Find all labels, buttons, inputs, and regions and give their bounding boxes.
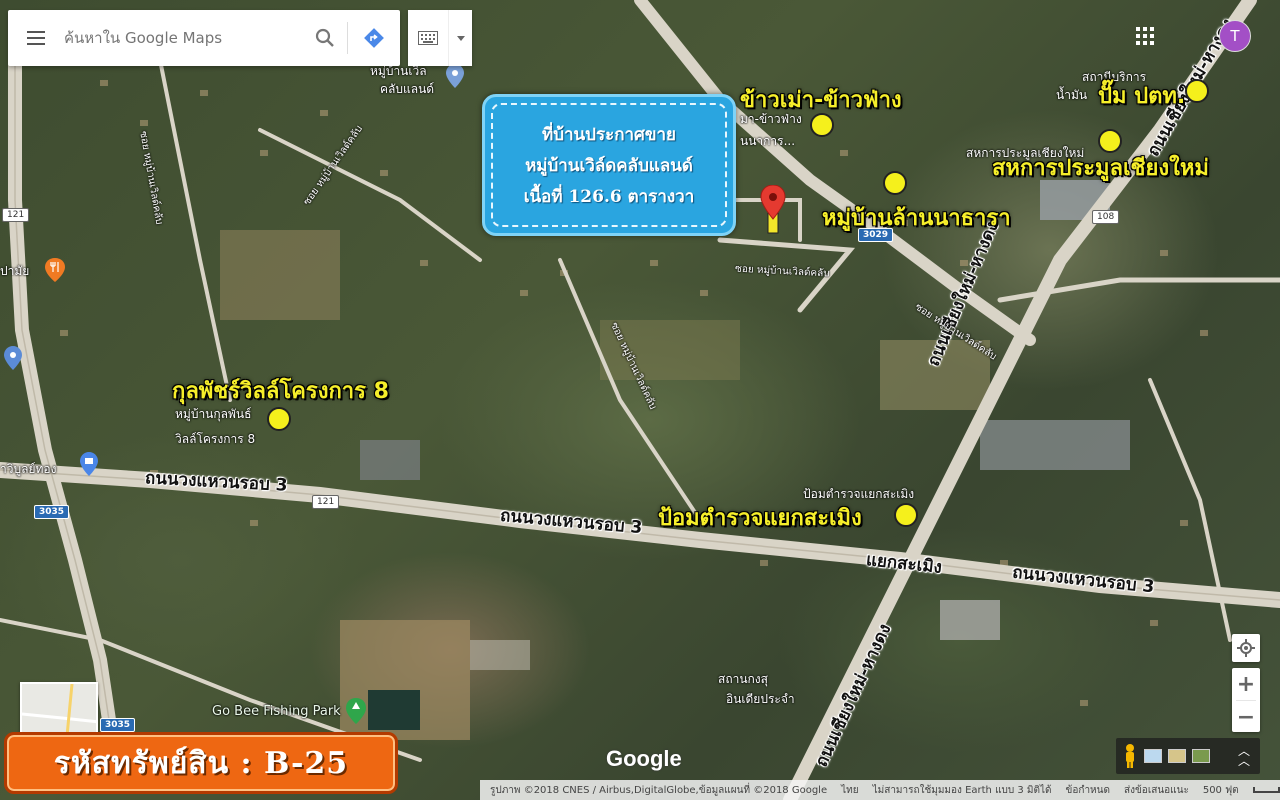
landmark-label-khaomao: ข้าวเม่า-ข้าวฟ่าง xyxy=(740,88,902,113)
property-location-pin[interactable] xyxy=(760,184,786,235)
expand-icon[interactable]: ︿ ︿ xyxy=(1238,745,1250,767)
account-avatar[interactable]: T xyxy=(1219,20,1251,52)
map-label: าวิบูลย์ทอง xyxy=(0,462,57,476)
terrain-layer-thumbnail[interactable] xyxy=(1168,749,1186,763)
route-shield: 121 xyxy=(2,208,30,222)
map-pin-icon xyxy=(760,184,786,234)
landmark-dot-ptt xyxy=(1185,79,1209,103)
property-code-text: รหัสทรัพย์สิน : B-25 xyxy=(53,745,349,781)
landmark-label-ptt: ปั๊ม ปตท. xyxy=(1098,84,1186,109)
landmark-label-lannathara: หมู่บ้านล้านนาธารา xyxy=(822,206,1011,231)
search-box xyxy=(8,10,400,66)
satellite-layer-thumbnail[interactable] xyxy=(1192,749,1210,763)
minimap-roads xyxy=(22,684,96,732)
apps-grid-icon[interactable] xyxy=(1136,27,1154,45)
map-label: น้ำมัน xyxy=(1056,88,1088,102)
scale-label[interactable]: 500 ฟุต xyxy=(1203,783,1239,798)
scale-bar xyxy=(1252,787,1280,793)
landmark-dot-lannathara xyxy=(883,171,907,195)
fishing-park-label[interactable]: Go Bee Fishing Park xyxy=(212,704,341,719)
crosshair-icon xyxy=(1237,639,1255,657)
callout-area: เนื้อที่ 126.6 ตารางวา xyxy=(523,186,695,207)
route-shield: 3035 xyxy=(34,505,70,519)
park-icon[interactable] xyxy=(346,698,366,724)
landmark-label-police: ป้อมตำรวจแยกสะเมิง xyxy=(658,506,862,531)
route-shield: 121 xyxy=(312,495,340,509)
landmark-dot-kulaphat xyxy=(267,407,291,431)
route-shield: 108 xyxy=(1092,210,1120,224)
place-pin-icon[interactable] xyxy=(4,346,22,370)
restaurant-icon[interactable] xyxy=(45,258,65,282)
landmark-label-kulaphat: กุลพัชร์วิลล์โครงการ 8 xyxy=(172,379,389,404)
route-shield: 3035 xyxy=(100,718,136,732)
directions-icon[interactable] xyxy=(348,10,400,66)
landmark-dot-police xyxy=(894,503,918,527)
attribution-bar: รูปภาพ ©2018 CNES / Airbus,DigitalGlobe,… xyxy=(480,780,1280,800)
callout-village: หมู่บ้านเวิล์ดคลับแลนด์ xyxy=(525,155,693,176)
language-link[interactable]: ไทย xyxy=(841,783,858,798)
map-label: วิลล์โครงการ 8 xyxy=(175,432,256,446)
feedback-link[interactable]: ส่งข้อเสนอแนะ xyxy=(1124,783,1189,798)
my-location-button[interactable] xyxy=(1232,634,1260,662)
google-logo: Google xyxy=(606,746,682,771)
search-input[interactable] xyxy=(64,18,303,58)
layer-controls: ︿ ︿ xyxy=(1116,738,1260,774)
map-label: นนาการ... xyxy=(740,134,796,148)
callout-title: ที่บ้านประกาศขาย xyxy=(542,124,676,145)
map-label: สถานกงสุ xyxy=(718,672,768,686)
map-layer-thumbnail[interactable] xyxy=(1144,749,1162,763)
zoom-controls: + − xyxy=(1232,668,1260,732)
search-icon[interactable] xyxy=(303,10,347,66)
place-pin-icon[interactable] xyxy=(446,64,464,88)
keyboard-icon[interactable] xyxy=(408,10,448,66)
pegman-icon[interactable] xyxy=(1122,743,1138,769)
zoom-out-button[interactable]: − xyxy=(1232,701,1260,733)
input-tools[interactable] xyxy=(408,10,472,66)
chevron-down-icon[interactable] xyxy=(448,10,472,66)
terms-link[interactable]: ข้อกำหนด xyxy=(1066,783,1110,798)
map-label: อินเดียประจำ xyxy=(726,692,795,706)
minimap[interactable] xyxy=(20,682,98,734)
landmark-label-cooperative: สหการประมูลเชียงใหม่ xyxy=(992,156,1209,181)
zoom-in-button[interactable]: + xyxy=(1232,668,1260,700)
shopping-icon[interactable] xyxy=(80,452,98,476)
earth-notice[interactable]: ไม่สามารถใช้มุมมอง Earth แบบ 3 มิติได้ xyxy=(873,783,1052,798)
imagery-credit: รูปภาพ ©2018 CNES / Airbus,DigitalGlobe,… xyxy=(490,784,828,796)
property-code-badge: รหัสทรัพย์สิน : B-25 xyxy=(4,732,398,794)
map-label: คลับแลนด์ xyxy=(380,82,435,96)
menu-icon[interactable] xyxy=(8,10,64,66)
property-callout: ที่บ้านประกาศขาย หมู่บ้านเวิล์ดคลับแลนด์… xyxy=(482,94,736,236)
map-label: ปามัย xyxy=(0,264,30,278)
